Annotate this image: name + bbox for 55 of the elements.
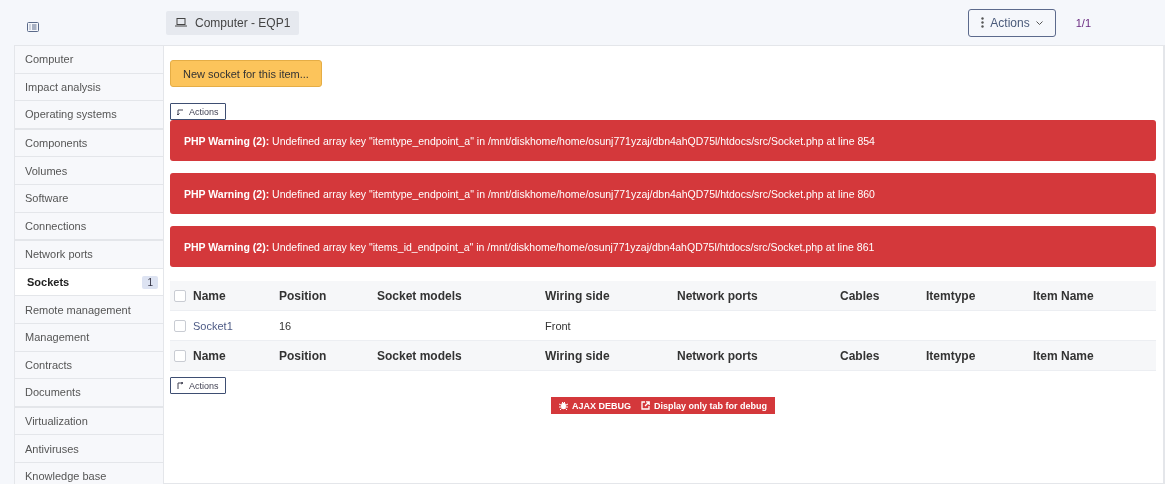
column-header: Cables <box>840 348 881 363</box>
sidebar-item[interactable]: Management <box>14 323 163 352</box>
sidebar-item[interactable]: Connections <box>14 212 163 241</box>
item-title: Computer - EQP1 <box>166 10 300 35</box>
warning-alert: PHP Warning (2): Undefined array key "itemtype_endpoint_a" in /mnt/diskhome/home/osunj771yzaj/dbn4ahQD75l/htdocs/src/Socket.php at line 860 <box>170 173 1156 214</box>
sidebar-item[interactable]: Sockets 1 <box>14 268 163 297</box>
caret-icon <box>1035 20 1043 25</box>
warning-alert: PHP Warning (2): Undefined array key "items_id_endpoint_a" in /mnt/diskhome/home/osunj771yzaj/dbn4ahQD75l/htdocs/src/Socket.php at line 861 <box>170 226 1156 267</box>
sidebar-item[interactable]: Network ports <box>14 241 163 269</box>
sidebar-item[interactable]: Volumes <box>14 157 163 185</box>
bug-icon <box>559 401 568 410</box>
sidebar-item[interactable]: Virtualization <box>14 407 163 436</box>
column-header: Position <box>279 348 328 363</box>
pager-count: 1/1 <box>1075 16 1091 29</box>
sidebar-item[interactable]: Impact analysis <box>14 73 163 102</box>
new-socket-button[interactable]: New socket for this item... <box>170 60 322 87</box>
column-header: Item Name <box>1033 288 1095 303</box>
name-link[interactable]: Socket1 <box>193 319 279 332</box>
sidebar-item[interactable]: Contracts <box>14 351 163 380</box>
column-header: Socket models <box>377 348 463 363</box>
actions-button[interactable]: Actions <box>968 8 1056 37</box>
laptop-icon <box>175 18 187 27</box>
sidebar-item[interactable]: Documents <box>14 379 163 407</box>
column-header: Name <box>193 288 227 303</box>
column-header: Network ports <box>677 288 759 303</box>
column-header: Itemtype <box>926 288 977 303</box>
actions-button[interactable]: Actions <box>170 103 226 120</box>
column-header: Name <box>193 348 227 363</box>
warning-alert: PHP Warning (2): Undefined array key "itemtype_endpoint_a" in /mnt/diskhome/home/osunj771yzaj/dbn4ahQD75l/htdocs/src/Socket.php at line 854 <box>170 120 1156 161</box>
column-header: Itemtype <box>926 348 977 363</box>
column-header: Item Name <box>1033 348 1095 363</box>
actions-button[interactable]: Actions <box>170 377 226 394</box>
table-cell-text: Front <box>545 319 572 332</box>
count-badge: 1 <box>142 275 158 289</box>
checkbox[interactable] <box>174 349 186 362</box>
list-icon <box>27 21 39 32</box>
sidebar-item[interactable]: Antiviruses <box>14 435 163 463</box>
sidebar-item[interactable]: Software <box>14 184 163 213</box>
column-header: Wiring side <box>545 348 611 363</box>
column-header: Cables <box>840 288 881 303</box>
sidebar-item[interactable]: Components <box>14 129 163 158</box>
column-header: Socket models <box>377 288 463 303</box>
sidebar-item[interactable]: Computer <box>14 46 163 74</box>
debug-tab-button[interactable]: Display only tab for debug <box>637 400 771 411</box>
checkbox[interactable] <box>174 319 186 332</box>
external-link-icon <box>641 401 650 410</box>
column-header: Network ports <box>677 348 759 363</box>
column-header: Wiring side <box>545 288 611 303</box>
checkbox[interactable] <box>174 289 186 302</box>
table-cell-text: 16 <box>279 319 293 332</box>
column-header: Position <box>279 288 328 303</box>
ajax-debug-button[interactable]: AJAX DEBUG <box>555 400 635 411</box>
sidebar-item[interactable]: Operating systems <box>14 101 163 129</box>
kebab-icon <box>981 17 985 28</box>
sidebar-item[interactable]: Remote management <box>14 296 163 324</box>
